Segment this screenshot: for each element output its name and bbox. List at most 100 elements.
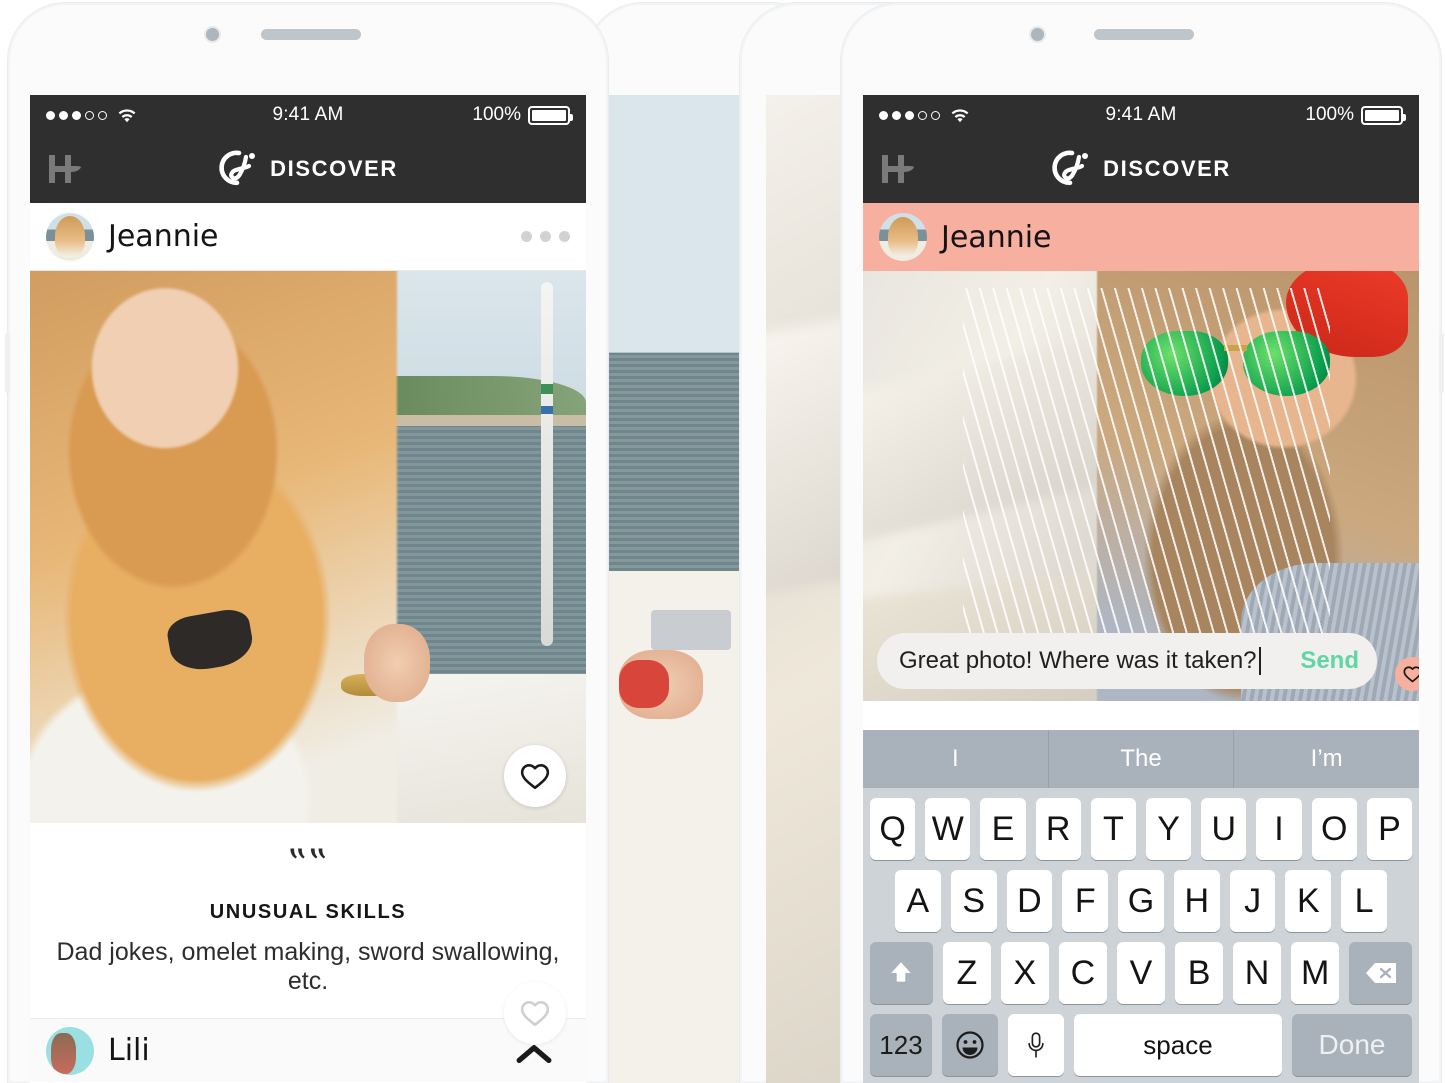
green-mirrored-sunglasses <box>1141 331 1331 396</box>
profile-name: Jeannie <box>108 219 219 254</box>
key-v[interactable]: V <box>1116 942 1166 1004</box>
status-bar: 9:41 AM 100% <box>863 95 1419 135</box>
key-o[interactable]: O <box>1311 798 1357 860</box>
key-q[interactable]: Q <box>869 798 916 860</box>
key-a[interactable]: A <box>894 870 941 932</box>
hand-region <box>619 649 703 720</box>
keyboard-row-3: Z X C V B N M <box>863 932 1419 1004</box>
keyboard-row-2: A S D F G H J K L <box>863 860 1419 932</box>
like-next-button[interactable] <box>504 982 566 1044</box>
key-k[interactable]: K <box>1285 870 1332 932</box>
status-bar: 9:41 AM 100% <box>30 95 586 135</box>
emoji-smiley-icon[interactable] <box>942 1014 998 1076</box>
boat-cleat <box>651 610 731 650</box>
heart-badge-icon <box>1395 657 1419 691</box>
front-camera-icon <box>206 28 219 41</box>
heart-outline-icon <box>520 1000 550 1027</box>
like-photo-button[interactable] <box>504 745 566 807</box>
prompt-answer: Dad jokes, omelet making, sword swallowi… <box>56 938 560 995</box>
discover-mark-icon <box>218 149 260 189</box>
send-button[interactable]: Send <box>1286 647 1359 675</box>
scroll-up-chevron-icon[interactable] <box>516 1043 552 1068</box>
key-u[interactable]: U <box>1201 798 1247 860</box>
screenshot-stage: 9:41 AM 100% DISCOVER Jeannie ‟‟ UNUSUAL… <box>0 0 1445 1083</box>
screen-left: 9:41 AM 100% DISCOVER Jeannie ‟‟ UNUSUAL… <box>30 95 586 1083</box>
prompt-label: UNUSUAL SKILLS <box>209 901 407 923</box>
profile-photo[interactable]: Great photo! Where was it taken? Send <box>863 271 1419 701</box>
profile-header-row[interactable]: Jeannie <box>863 203 1419 271</box>
key-l[interactable]: L <box>1341 870 1388 932</box>
keyboard-row-1: Q W E R T Y U I O P <box>863 788 1419 860</box>
message-input[interactable]: Great photo! Where was it taken? Send <box>877 633 1377 689</box>
backspace-icon[interactable] <box>1349 942 1412 1004</box>
key-f[interactable]: F <box>1062 870 1109 932</box>
key-n[interactable]: N <box>1233 942 1282 1004</box>
status-bar-time: 9:41 AM <box>272 104 344 125</box>
nav-bar: DISCOVER <box>30 135 586 203</box>
device-frame-left: 9:41 AM 100% DISCOVER Jeannie ‟‟ UNUSUAL… <box>5 3 608 1083</box>
key-d[interactable]: D <box>1006 870 1053 932</box>
device-frame-right: 9:41 AM 100% DISCOVER Jeannie Great phot… <box>841 3 1444 1083</box>
discover-brand: DISCOVER <box>30 149 586 189</box>
key-h[interactable]: H <box>1173 870 1220 932</box>
key-c[interactable]: C <box>1058 942 1107 1004</box>
screen-right: 9:41 AM 100% DISCOVER Jeannie Great phot… <box>863 95 1419 1083</box>
avatar <box>879 213 927 261</box>
earpiece-speaker <box>261 29 361 40</box>
space-key[interactable]: space <box>1074 1014 1282 1076</box>
key-b[interactable]: B <box>1175 942 1224 1004</box>
battery-icon <box>1361 105 1406 125</box>
next-profile-name: Lili <box>108 1033 150 1068</box>
discover-title: DISCOVER <box>1103 156 1231 181</box>
suggestion-item[interactable]: I <box>863 730 1049 788</box>
numbers-key[interactable]: 123 <box>870 1014 932 1076</box>
heart-outline-icon <box>520 763 550 790</box>
prompt-card: ‟‟ UNUSUAL SKILLS Dad jokes, omelet maki… <box>30 823 586 1018</box>
status-bar-time: 9:41 AM <box>1105 104 1177 125</box>
message-composer: Great photo! Where was it taken? Send <box>877 633 1419 691</box>
volume-button <box>5 333 10 393</box>
key-e[interactable]: E <box>980 798 1026 860</box>
ios-keyboard: I The I’m Q W E R T Y U I O P A S D F G … <box>863 730 1419 1083</box>
quote-mark-icon: ‟‟ <box>287 842 329 888</box>
key-s[interactable]: S <box>950 870 997 932</box>
key-m[interactable]: M <box>1291 942 1340 1004</box>
discover-brand: DISCOVER <box>863 149 1419 189</box>
more-options-icon[interactable] <box>521 231 570 242</box>
key-z[interactable]: Z <box>942 942 991 1004</box>
key-w[interactable]: W <box>925 798 971 860</box>
suggestion-item[interactable]: The <box>1049 730 1235 788</box>
key-x[interactable]: X <box>1000 942 1049 1004</box>
text-caret <box>1258 647 1261 675</box>
suggestion-item[interactable]: I’m <box>1234 730 1419 788</box>
microphone-icon[interactable] <box>1008 1014 1064 1076</box>
key-j[interactable]: J <box>1229 870 1276 932</box>
keyboard-row-4: 123 space Done <box>863 1004 1419 1083</box>
shift-arrow-icon[interactable] <box>870 942 933 1004</box>
next-profile-card[interactable]: Lili <box>30 1018 586 1082</box>
discover-title: DISCOVER <box>270 156 398 181</box>
nav-bar: DISCOVER <box>863 135 1419 203</box>
profile-name: Jeannie <box>941 219 1052 255</box>
avatar <box>46 1026 94 1075</box>
key-g[interactable]: G <box>1118 870 1164 932</box>
done-key[interactable]: Done <box>1292 1014 1412 1076</box>
front-camera-icon <box>1031 28 1044 41</box>
avatar <box>46 212 94 261</box>
fishing-antenna <box>540 282 553 647</box>
hand-on-wheel <box>363 624 431 702</box>
key-t[interactable]: T <box>1090 798 1136 860</box>
message-text: Great photo! Where was it taken? <box>899 647 1257 674</box>
battery-icon <box>528 105 573 125</box>
photo-subject <box>30 271 397 823</box>
volume-button <box>1439 333 1444 393</box>
key-p[interactable]: P <box>1366 798 1413 860</box>
sender-avatar[interactable] <box>1363 633 1419 691</box>
discover-mark-icon <box>1051 149 1093 189</box>
key-r[interactable]: R <box>1035 798 1081 860</box>
profile-photo[interactable] <box>30 271 586 823</box>
profile-header-row[interactable]: Jeannie <box>30 203 586 271</box>
key-i[interactable]: I <box>1256 798 1302 860</box>
key-y[interactable]: Y <box>1146 798 1192 860</box>
earpiece-speaker <box>1094 29 1194 40</box>
